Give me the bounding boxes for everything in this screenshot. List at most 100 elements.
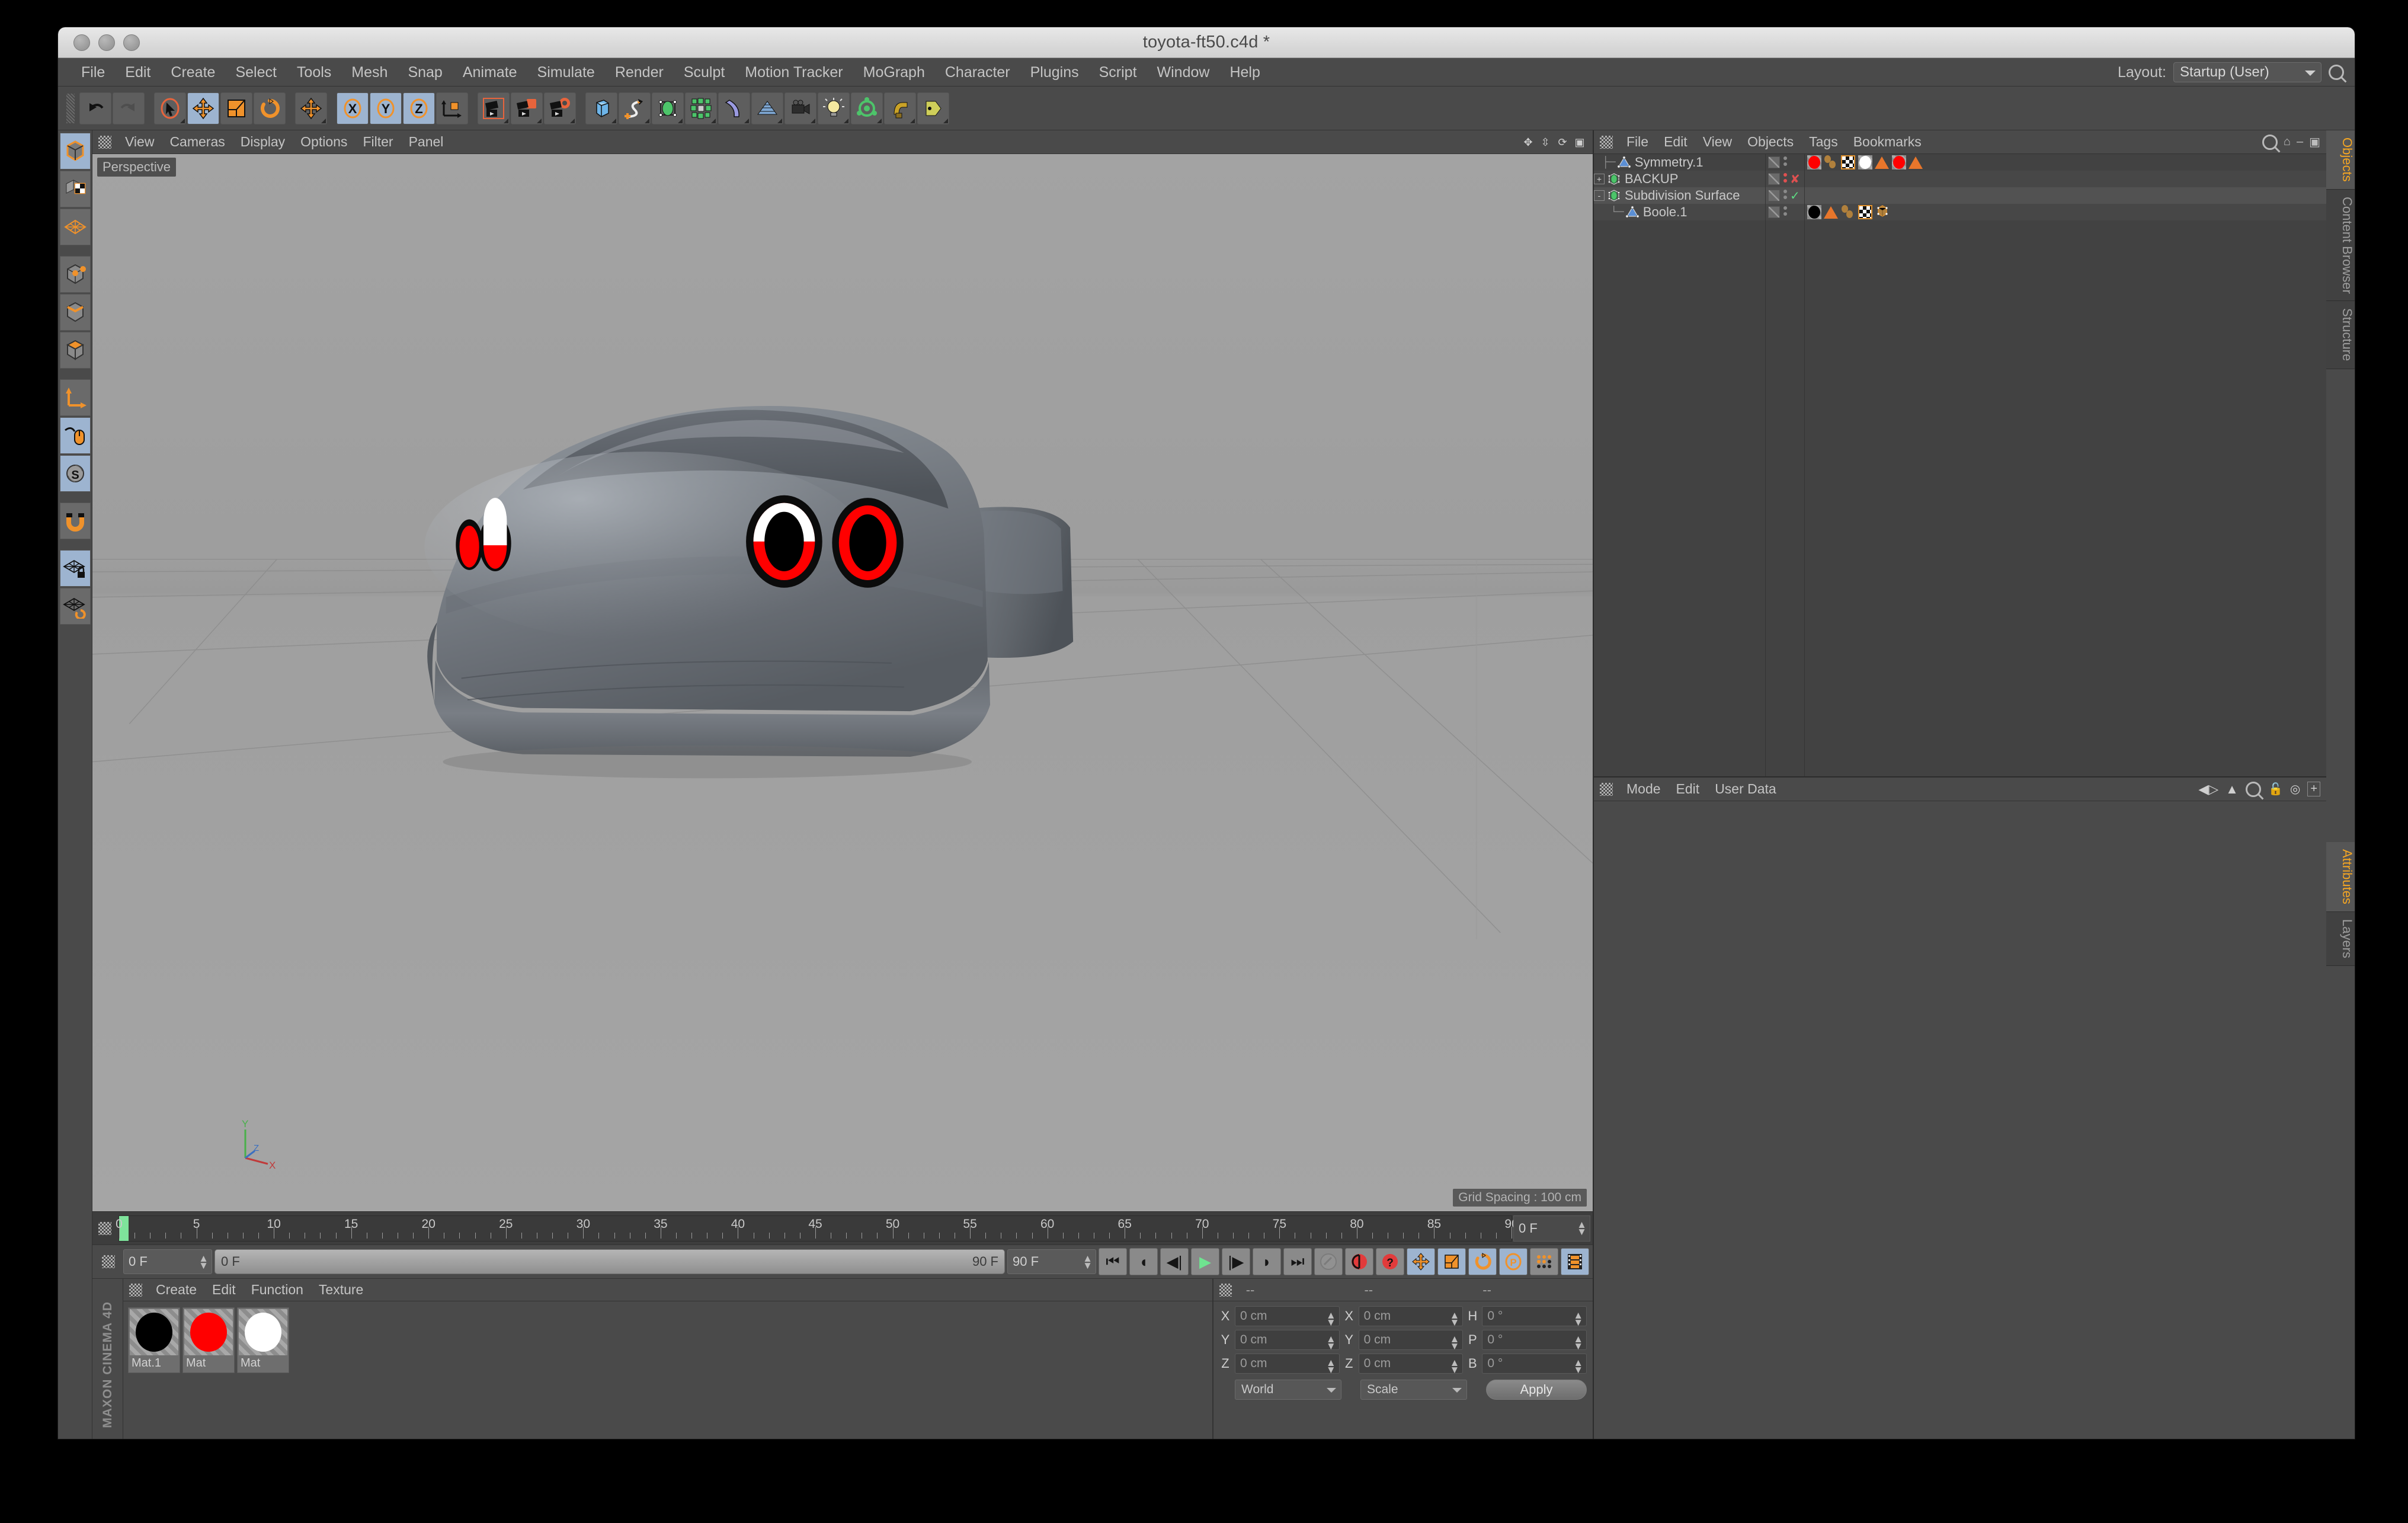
axis-modify-mode[interactable] — [59, 379, 91, 416]
red-material-tag[interactable] — [1892, 155, 1906, 169]
checker-texture-tag[interactable] — [1841, 155, 1855, 169]
visibility-dots[interactable] — [1783, 172, 1788, 187]
next-key-button[interactable]: ◗ — [1253, 1248, 1281, 1275]
undo-button[interactable] — [79, 92, 111, 124]
selection-dots-tag[interactable] — [1824, 155, 1838, 169]
object-tree[interactable]: ├─ Symmetry.1 + BACKUP - Subdivision Surface └… — [1594, 154, 2326, 776]
object-menu-edit[interactable]: Edit — [1656, 134, 1695, 150]
stepper-icon[interactable]: ▲ ▼ — [1450, 1334, 1460, 1351]
material-menu-function[interactable]: Function — [244, 1282, 311, 1298]
black-material-tag[interactable] — [1807, 205, 1821, 219]
key-param-button[interactable]: P — [1499, 1248, 1528, 1275]
workplane-lock[interactable] — [59, 550, 91, 587]
previous-key-button[interactable]: ◖ — [1129, 1248, 1158, 1275]
key-scale-button[interactable] — [1437, 1248, 1466, 1275]
y-axis-lock[interactable]: Y — [370, 92, 402, 124]
checker-texture-tag[interactable] — [1858, 205, 1872, 219]
add-cube-object[interactable] — [585, 92, 617, 124]
visibility-toggle[interactable] — [1768, 190, 1780, 201]
material-item[interactable]: Mat — [182, 1307, 235, 1373]
stepper-icon[interactable]: ▲ ▼ — [198, 1253, 209, 1271]
menu-create[interactable]: Create — [161, 58, 225, 87]
planar-workplane[interactable] — [59, 588, 91, 625]
pin-icon[interactable]: ▲ — [2226, 782, 2239, 797]
object-tree-row[interactable]: ├─ Symmetry.1 — [1594, 154, 1765, 171]
object-tree-row[interactable]: + BACKUP — [1594, 171, 1765, 187]
menu-character[interactable]: Character — [935, 58, 1020, 87]
scale-tool[interactable] — [220, 92, 252, 124]
object-menu-objects[interactable]: Objects — [1740, 134, 1801, 150]
key-position-button[interactable] — [1407, 1248, 1435, 1275]
search-icon[interactable] — [2262, 134, 2278, 150]
object-menu-view[interactable]: View — [1695, 134, 1740, 150]
menu-tools[interactable]: Tools — [287, 58, 341, 87]
texture-mode[interactable] — [59, 171, 91, 207]
add-spline[interactable] — [619, 92, 651, 124]
rotate-icon[interactable]: ⟳ — [1557, 136, 1568, 148]
red-material-tag[interactable] — [1807, 155, 1821, 169]
menu-snap[interactable]: Snap — [398, 58, 452, 87]
size-x-field[interactable]: 0 cm ▲ ▼ — [1358, 1306, 1464, 1327]
menu-sculpt[interactable]: Sculpt — [674, 58, 735, 87]
timeline-current-frame-field[interactable]: 0 F ▲ ▼ — [1513, 1215, 1590, 1242]
rot-p-field[interactable]: 0 ° ▲ ▼ — [1482, 1330, 1587, 1351]
redo-button[interactable] — [113, 92, 145, 124]
soft-selection-mode[interactable]: S — [59, 455, 91, 492]
attributes-menu-user-data[interactable]: User Data — [1707, 781, 1784, 797]
visibility-toggle[interactable] — [1768, 173, 1780, 185]
attributes-grip-icon[interactable] — [1600, 782, 1613, 796]
back-forward-icon[interactable]: ◀▷ — [2198, 782, 2218, 797]
render-view[interactable] — [478, 92, 510, 124]
rotate-tool[interactable] — [254, 92, 286, 124]
stepper-icon[interactable]: ▲ ▼ — [1326, 1310, 1336, 1327]
collapse-icon[interactable]: – — [2297, 135, 2303, 149]
workplane-mode[interactable] — [59, 209, 91, 245]
add-mograph[interactable] — [851, 92, 883, 124]
tree-expander[interactable]: - — [1594, 190, 1605, 201]
stepper-icon[interactable]: ▲ ▼ — [1326, 1358, 1336, 1375]
size-z-field[interactable]: 0 cm ▲ ▼ — [1358, 1354, 1464, 1375]
zoom-icon[interactable]: ⇳ — [1539, 136, 1551, 148]
menu-select[interactable]: Select — [225, 58, 286, 87]
home-icon[interactable]: ⌂ — [2284, 135, 2291, 149]
menu-animate[interactable]: Animate — [453, 58, 527, 87]
tree-expander[interactable]: + — [1594, 174, 1605, 184]
model-mode[interactable] — [59, 133, 91, 169]
pos-z-field[interactable]: 0 cm ▲ ▼ — [1235, 1354, 1340, 1375]
enable-tweak-mode[interactable] — [59, 417, 91, 454]
add-camera[interactable] — [784, 92, 816, 124]
add-array[interactable] — [685, 92, 717, 124]
material-menu-texture[interactable]: Texture — [311, 1282, 371, 1298]
panel-grip-icon[interactable] — [98, 135, 111, 149]
timeline-ruler[interactable]: 0 5 10 15 20 25 30 35 40 45 50 55 60 65 70 75 80 85 90 — [116, 1215, 1519, 1242]
orange-deformer-tag[interactable] — [1824, 206, 1838, 219]
snap-toggle[interactable] — [59, 503, 91, 539]
apply-button[interactable]: Apply — [1486, 1380, 1587, 1400]
attributes-menu-mode[interactable]: Mode — [1619, 781, 1669, 797]
add-tag[interactable] — [917, 92, 949, 124]
render-region[interactable] — [511, 92, 543, 124]
tab-objects[interactable]: Objects — [2326, 130, 2355, 190]
viewport-menu-panel[interactable]: Panel — [401, 134, 451, 150]
add-light[interactable] — [818, 92, 850, 124]
move-duplicate-tool[interactable] — [295, 92, 327, 124]
viewport-menu-view[interactable]: View — [117, 134, 162, 150]
search-icon[interactable] — [2245, 781, 2261, 797]
tab-structure[interactable]: Structure — [2326, 301, 2355, 369]
material-item[interactable]: Mat.1 — [128, 1307, 180, 1373]
stepper-icon[interactable]: ▲ ▼ — [1083, 1253, 1093, 1271]
key-rotation-button[interactable] — [1468, 1248, 1497, 1275]
stepper-icon[interactable]: ▲ ▼ — [1573, 1358, 1583, 1375]
points-mode[interactable] — [59, 256, 91, 293]
toolbar-grip[interactable] — [66, 93, 75, 123]
render-settings[interactable] — [544, 92, 576, 124]
object-menu-tags[interactable]: Tags — [1801, 134, 1846, 150]
material-grip-icon[interactable] — [129, 1283, 142, 1297]
menu-simulate[interactable]: Simulate — [527, 58, 605, 87]
coordinate-system-dropdown[interactable]: World — [1235, 1380, 1341, 1400]
live-selection-tool[interactable] — [154, 92, 186, 124]
tab-content-browser[interactable]: Content Browser — [2326, 189, 2355, 302]
menu-mograph[interactable]: MoGraph — [853, 58, 935, 87]
pos-x-field[interactable]: 0 cm ▲ ▼ — [1235, 1306, 1340, 1327]
pan-icon[interactable]: ✥ — [1522, 136, 1534, 148]
